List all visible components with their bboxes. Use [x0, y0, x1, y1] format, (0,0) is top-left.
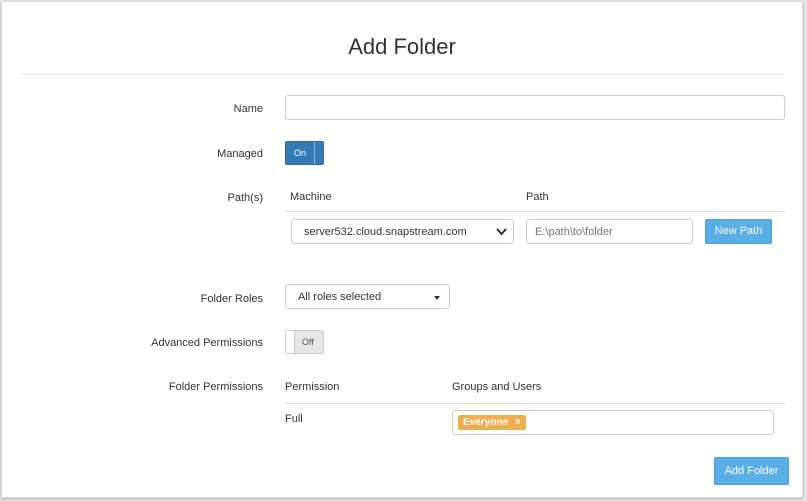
add-folder-dialog: Add Folder Name Managed On Path(s) Machi… — [1, 1, 803, 498]
managed-toggle-label: On — [294, 148, 307, 158]
permission-column-header: Permission — [285, 381, 340, 393]
group-tag: Everyone × — [458, 415, 526, 430]
name-label: Name — [233, 103, 263, 115]
machine-select[interactable]: server532.cloud.snapstream.com — [291, 219, 514, 244]
permission-value: Full — [285, 413, 303, 425]
managed-toggle[interactable]: On — [285, 141, 324, 165]
name-input[interactable] — [285, 95, 785, 120]
chevron-down-icon — [496, 228, 507, 236]
groups-column-header: Groups and Users — [452, 381, 542, 393]
toggle-knob — [314, 142, 323, 164]
add-folder-button[interactable]: Add Folder — [714, 457, 789, 485]
toggle-knob — [286, 331, 295, 353]
advanced-permissions-toggle[interactable]: Off — [285, 330, 324, 354]
folder-roles-dropdown[interactable]: All roles selected — [285, 284, 450, 309]
tag-remove-icon[interactable]: × — [515, 417, 521, 428]
path-input[interactable] — [526, 219, 693, 244]
new-path-button[interactable]: New Path — [705, 219, 772, 244]
path-column-header: Path — [526, 191, 549, 203]
advanced-permissions-toggle-label: Off — [302, 337, 314, 347]
folder-permissions-label: Folder Permissions — [168, 381, 263, 393]
paths-header-rule — [285, 211, 785, 212]
caret-down-icon — [434, 296, 440, 300]
managed-label: Managed — [217, 148, 263, 160]
advanced-permissions-label: Advanced Permissions — [151, 337, 263, 349]
groups-users-input[interactable]: Everyone × — [452, 410, 774, 435]
group-tag-label: Everyone — [463, 417, 509, 428]
machine-column-header: Machine — [290, 191, 332, 203]
page-title: Add Folder — [348, 34, 456, 59]
folder-roles-value: All roles selected — [298, 291, 382, 303]
folder-roles-label: Folder Roles — [200, 293, 263, 305]
permissions-header-rule — [285, 403, 785, 404]
title-divider — [20, 74, 784, 75]
machine-select-value: server532.cloud.snapstream.com — [304, 226, 467, 238]
paths-label: Path(s) — [227, 192, 263, 204]
